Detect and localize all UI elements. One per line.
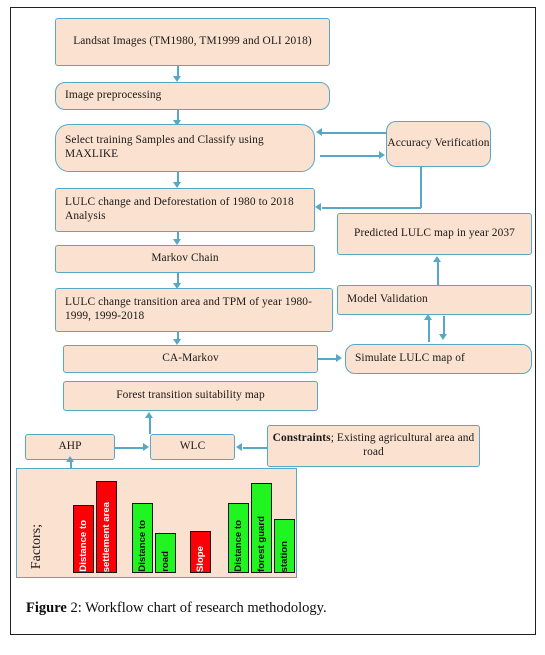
arrow-factors-to-ahp — [66, 456, 74, 462]
factor-bar-distance-to-settlement-area-1: Distance to — [73, 505, 94, 573]
node-image-preprocessing-label: Image preprocessing — [65, 89, 162, 102]
figure-caption-text: Workflow chart of research methodology. — [81, 600, 327, 616]
node-landsat-images: Landsat Images (TM1980, TM1999 and OLI 2… — [55, 18, 330, 66]
workflow-diagram: Landsat Images (TM1980, TM1999 and OLI 2… — [0, 0, 545, 655]
arrow-wlc-to-forest-suitability — [145, 412, 153, 418]
factors-panel: Factors; Distance to settlement area Dis… — [16, 468, 297, 578]
arrow-ahp-to-wlc — [143, 443, 149, 451]
node-lulc-transition-tpm-label: LULC change transition area and TPM of y… — [65, 296, 312, 322]
connector-accuracy-to-select-training — [322, 132, 386, 134]
factor-bar-label-distance-to-road-2: road — [159, 551, 171, 572]
node-markov-chain: Markov Chain — [55, 245, 315, 273]
node-markov-chain-label: Markov Chain — [151, 252, 219, 265]
node-ca-markov: CA-Markov — [63, 345, 318, 373]
node-lulc-change-deforestation: LULC change and Deforestation of 1980 to… — [55, 188, 315, 232]
arrow-select-training-to-accuracy — [379, 151, 385, 159]
node-model-validation-label: Model Validation — [347, 293, 428, 306]
factor-bar-label-distance-to-settlement-area-2: settlement area — [100, 501, 112, 572]
arrow-ca-markov-to-simulate — [336, 354, 342, 362]
node-wlc: WLC — [150, 434, 235, 460]
factor-bar-label-distance-to-road-1: Distance to — [136, 520, 148, 572]
factor-bar-distance-to-road-2: road — [155, 533, 176, 573]
node-constraints-rest-label: ; Existing agricultural area and road — [330, 432, 475, 458]
node-forest-suitability: Forest transition suitability map — [63, 381, 318, 411]
factor-bar-label-distance-to-settlement-area-1: Distance to — [77, 520, 89, 572]
node-constraints: Constraints; Existing agricultural area … — [267, 425, 480, 467]
node-model-validation: Model Validation — [337, 285, 532, 315]
node-constraints-bold-label: Constraints — [272, 432, 331, 445]
figure-caption: Figure 2: Workflow chart of research met… — [26, 600, 327, 617]
node-select-training: Select training Samples and Classify usi… — [55, 124, 315, 172]
factor-bar-distance-to-road-1: Distance to — [132, 503, 153, 573]
factor-bar-distance-to-settlement-area-2: settlement area — [96, 481, 117, 573]
arrow-accuracy-to-lulc-change — [315, 203, 321, 211]
factor-bar-distance-to-forest-guard-station-1: Distance to — [228, 503, 249, 573]
node-ca-markov-label: CA-Markov — [162, 352, 219, 365]
factor-bar-distance-to-forest-guard-station-2: forest guard — [251, 483, 272, 573]
node-wlc-label: WLC — [179, 440, 206, 453]
factor-bar-label-distance-to-forest-guard-station-1: Distance to — [232, 520, 244, 572]
figure-caption-label: Figure — [26, 600, 67, 616]
node-select-training-label: Select training Samples and Classify usi… — [65, 134, 264, 160]
figure-caption-number: 2: — [66, 600, 82, 616]
connector-ca-markov-to-simulate — [318, 358, 338, 360]
connector-ahp-to-wlc — [115, 447, 145, 449]
arrow-simulate-to-model-validation — [424, 314, 432, 320]
node-predicted-lulc-map: Predicted LULC map in year 2037 — [337, 213, 532, 255]
factor-bar-distance-to-forest-guard-station-3: station — [274, 519, 295, 573]
factors-panel-label: Factors; — [29, 523, 44, 569]
node-ahp-label: AHP — [58, 440, 82, 453]
connector-accuracy-down — [420, 167, 422, 208]
node-accuracy-verification-label: Accuracy Verification — [387, 137, 490, 150]
connector-model-validation-to-predicted — [437, 262, 439, 286]
node-forest-suitability-label: Forest transition suitability map — [116, 389, 265, 402]
node-simulate-lulc-map-label: Simulate LULC map of — [355, 352, 465, 365]
connector-accuracy-to-lulc-change — [322, 207, 421, 209]
connector-model-validation-to-simulate-down — [443, 316, 445, 336]
node-simulate-lulc-map: Simulate LULC map of — [345, 344, 532, 374]
arrow-accuracy-to-select-training — [316, 128, 322, 136]
node-landsat-images-label: Landsat Images (TM1980, TM1999 and OLI 2… — [73, 35, 312, 48]
factor-bar-label-distance-to-forest-guard-station-2: forest guard — [255, 516, 267, 572]
connector-select-training-to-accuracy — [320, 155, 380, 157]
arrow-model-validation-to-predicted — [433, 256, 441, 262]
node-lulc-change-deforestation-label: LULC change and Deforestation of 1980 to… — [65, 196, 294, 222]
node-image-preprocessing: Image preprocessing — [55, 82, 330, 110]
node-predicted-lulc-map-label: Predicted LULC map in year 2037 — [354, 227, 515, 240]
arrow-model-validation-to-simulate — [439, 334, 447, 340]
node-accuracy-verification: Accuracy Verification — [386, 121, 491, 167]
connector-simulate-to-model-validation-up — [428, 320, 430, 342]
factor-bar-slope: Slope — [190, 531, 211, 573]
node-lulc-transition-tpm: LULC change transition area and TPM of y… — [55, 288, 333, 332]
factor-bar-label-slope: Slope — [194, 545, 206, 572]
connector-wlc-to-forest-suitability — [149, 418, 151, 434]
factor-bar-label-distance-to-forest-guard-station-3: station — [278, 540, 290, 572]
arrow-constraints-to-wlc — [236, 443, 242, 451]
